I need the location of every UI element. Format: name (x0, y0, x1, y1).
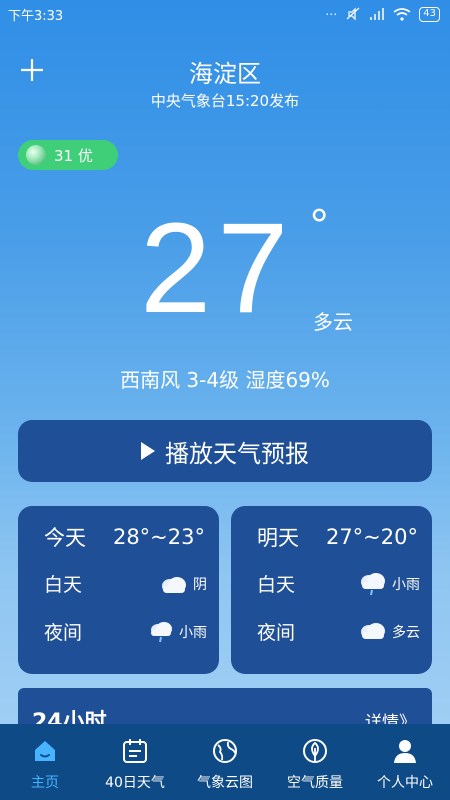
tomorrow-range: 27°~20° (325, 525, 418, 549)
today-header: 今天 28°~23° (18, 522, 219, 552)
today-name: 今天 (44, 526, 86, 550)
aqi-leaf-icon (26, 145, 46, 165)
play-icon (141, 442, 155, 460)
today-night-row: 夜间 小雨 (18, 618, 219, 645)
today-night-weather: 小雨 (179, 624, 207, 641)
header: 海淀区 中央气象台15:20发布 (0, 50, 450, 120)
globe-icon (213, 739, 237, 763)
today-card[interactable]: 今天 28°~23° 白天 阴 夜间 小雨 (18, 506, 219, 674)
user-icon (394, 740, 416, 763)
cloudy-icon (162, 576, 186, 593)
current-temperature: 27 (140, 197, 295, 340)
nav-profile[interactable]: 个人中心 (360, 724, 450, 792)
battery-icon: 43 (419, 6, 440, 22)
tomorrow-night-weather: 多云 (392, 624, 420, 641)
status-time: 下午3:33 (8, 8, 64, 24)
aqi-badge[interactable]: 31 优 (18, 140, 118, 170)
light-rain-icon (361, 572, 385, 595)
tomorrow-night-row: 夜间 多云 (231, 618, 432, 645)
today-range: 28°~23° (112, 525, 205, 549)
city-title[interactable]: 海淀区 (0, 54, 450, 89)
tomorrow-day-weather: 小雨 (392, 576, 420, 593)
nav-air-quality[interactable]: 空气质量 (270, 724, 360, 792)
calendar-icon (123, 739, 147, 763)
current-condition: 多云 (313, 310, 353, 334)
aqi-value: 31 优 (54, 146, 93, 165)
more-dots-icon: ⋯ (325, 7, 338, 21)
home-icon (35, 741, 55, 761)
play-forecast-button[interactable]: 播放天气预报 (18, 420, 432, 482)
signal-icon (370, 8, 385, 20)
wifi-icon (393, 7, 411, 21)
tomorrow-night-label: 夜间 (257, 622, 296, 644)
tomorrow-card[interactable]: 明天 27°~20° 白天 小雨 夜间 多云 (231, 506, 432, 674)
status-bar: 下午3:33 ⋯ 43 (0, 0, 450, 28)
wind-humidity: 西南风 3-4级 湿度69% (120, 368, 330, 392)
nav-home-label: 主页 (31, 775, 59, 791)
nav-cloud-map-label: 气象云图 (197, 775, 253, 791)
cloudy-night-icon (361, 622, 385, 639)
leaf-icon (303, 739, 327, 763)
publish-info: 中央气象台15:20发布 (150, 92, 300, 110)
today-day-label: 白天 (44, 574, 83, 596)
nav-40day-label: 40日天气 (105, 775, 165, 791)
nav-air-quality-label: 空气质量 (287, 775, 343, 791)
today-day-row: 白天 阴 (18, 570, 219, 597)
nav-cloud-map[interactable]: 气象云图 (180, 724, 270, 792)
today-night-label: 夜间 (44, 622, 83, 644)
nav-profile-label: 个人中心 (377, 775, 433, 791)
nav-40day[interactable]: 40日天气 (90, 724, 180, 792)
degree-symbol: ° (310, 199, 329, 251)
tomorrow-name: 明天 (257, 526, 299, 550)
status-icons: ⋯ 43 (325, 6, 440, 22)
tomorrow-header: 明天 27°~20° (231, 522, 432, 552)
nav-home[interactable]: 主页 (0, 724, 90, 792)
mute-icon (346, 7, 360, 21)
bottom-nav: 主页 40日天气 气象云图 空气质量 个人中心 (0, 724, 450, 800)
tomorrow-day-row: 白天 小雨 (231, 570, 432, 597)
today-day-weather: 阴 (193, 576, 207, 593)
play-forecast-label: 播放天气预报 (165, 439, 309, 468)
tomorrow-day-label: 白天 (257, 574, 296, 596)
light-rain-icon (151, 621, 172, 642)
